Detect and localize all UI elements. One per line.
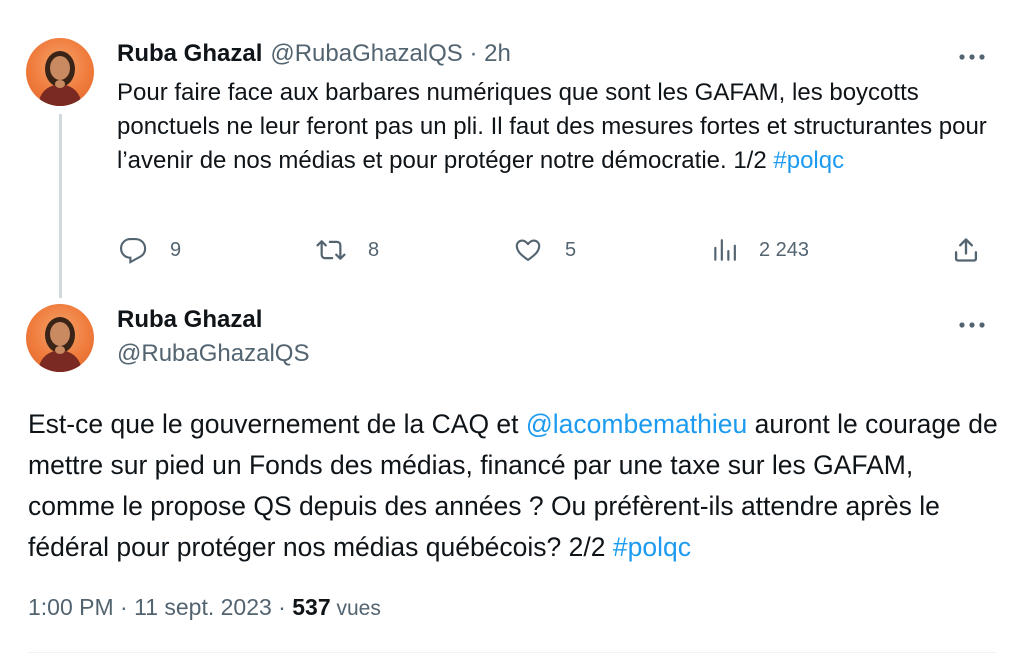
thread-connector-line — [59, 114, 62, 298]
tweet-time-ago[interactable]: 2h — [484, 40, 511, 68]
retweet-count: 8 — [368, 238, 380, 261]
tweet1-header: Ruba Ghazal @RubaGhazalQS · 2h — [117, 40, 511, 68]
heart-icon — [515, 239, 541, 261]
author-handle[interactable]: @RubaGhazalQS — [117, 340, 309, 368]
view-count: 2 243 — [759, 238, 810, 261]
tweet-date[interactable]: 11 sept. 2023 — [134, 594, 272, 620]
avatar[interactable] — [26, 304, 94, 372]
meta-separator: · — [113, 594, 135, 620]
analytics-bar-icon — [714, 239, 736, 261]
header-separator: · — [462, 40, 485, 67]
retweet-button[interactable]: 8 — [314, 236, 379, 264]
author-handle[interactable]: @RubaGhazalQS — [270, 40, 462, 68]
tweet-meta: 1:00 PM · 11 sept. 2023 · 537 vues — [28, 594, 381, 621]
avatar[interactable] — [26, 38, 94, 106]
author-name[interactable]: Ruba Ghazal — [117, 306, 262, 334]
more-horizontal-icon — [959, 322, 985, 328]
tweet-time[interactable]: 1:00 PM — [28, 594, 114, 620]
tweet2-text: Est-ce que le gouvernement de la CAQ et … — [28, 404, 998, 568]
tweet-body: Pour faire face aux barbares numériques … — [117, 79, 987, 174]
divider — [28, 652, 996, 653]
avatar-portrait-icon — [38, 51, 82, 106]
reply-bubble-icon — [119, 237, 147, 264]
reply-button[interactable]: 9 — [118, 236, 181, 264]
mention-link[interactable]: @lacombemathieu — [526, 409, 747, 439]
views-button[interactable]: 2 243 — [711, 236, 809, 264]
like-button[interactable]: 5 — [513, 236, 576, 264]
avatar-portrait-icon — [38, 317, 82, 372]
like-count: 5 — [565, 238, 577, 261]
more-options-button[interactable] — [958, 310, 988, 336]
more-options-button[interactable] — [958, 42, 988, 68]
author-name[interactable]: Ruba Ghazal — [117, 40, 262, 68]
tweet-body: Est-ce que le gouvernement de la CAQ et — [28, 409, 526, 439]
hashtag-link[interactable]: #polqc — [613, 532, 691, 562]
share-button[interactable] — [952, 236, 1002, 264]
view-count[interactable]: 537 — [292, 594, 330, 620]
tweet1-text: Pour faire face aux barbares numériques … — [117, 76, 997, 178]
more-horizontal-icon — [959, 54, 985, 60]
meta-separator: · — [271, 594, 293, 620]
retweet-icon — [316, 240, 346, 260]
hashtag-link[interactable]: #polqc — [773, 147, 844, 174]
reply-count: 9 — [170, 238, 182, 261]
share-upload-icon — [954, 238, 978, 262]
views-label: vues — [330, 597, 381, 620]
